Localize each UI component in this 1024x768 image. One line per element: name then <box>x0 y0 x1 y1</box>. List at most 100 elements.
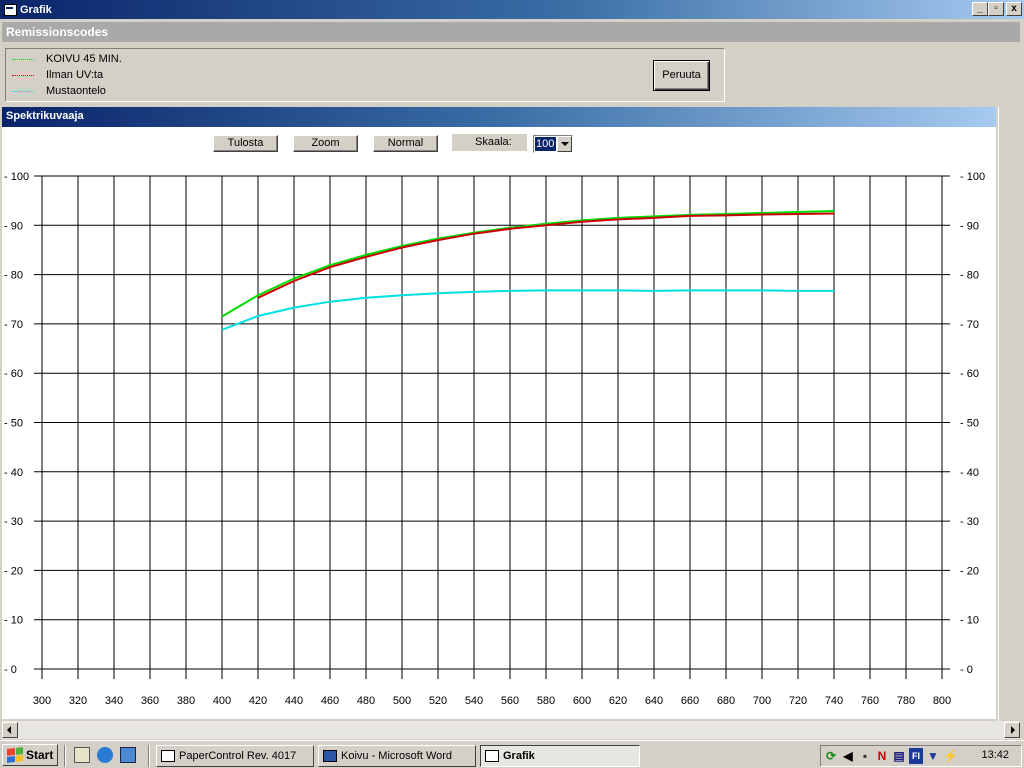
window-icon <box>161 750 175 762</box>
app-icon <box>3 3 17 16</box>
x-tick-label: 360 <box>141 695 159 707</box>
x-tick-label: 600 <box>573 695 591 707</box>
word-icon <box>323 750 337 762</box>
taskbar-item[interactable]: Koivu - Microsoft Word <box>318 745 476 767</box>
zoom-button[interactable]: Zoom <box>293 135 358 152</box>
remission-header: Remissionscodes <box>2 22 1020 42</box>
close-button[interactable]: x <box>1006 2 1022 16</box>
network-icon[interactable] <box>120 747 136 763</box>
legend-item: Ilman UV:ta <box>12 68 103 82</box>
x-tick-label: 440 <box>285 695 303 707</box>
y-tick-label-left: - 10 <box>4 615 23 627</box>
y-tick-label-left: - 30 <box>4 516 23 528</box>
x-tick-label: 680 <box>717 695 735 707</box>
x-tick-label: 620 <box>609 695 627 707</box>
normal-button[interactable]: Normal <box>373 135 438 152</box>
legend-label: Mustaontelo <box>46 85 106 97</box>
taskbar-divider <box>64 745 66 767</box>
windows-logo-icon <box>7 747 23 763</box>
legend-swatch <box>12 58 34 60</box>
x-tick-label: 520 <box>429 695 447 707</box>
antivirus-icon[interactable]: N <box>875 748 889 764</box>
y-tick-label-right: - 30 <box>960 516 979 528</box>
taskbar-divider <box>148 745 150 767</box>
x-tick-label: 380 <box>177 695 195 707</box>
power-icon[interactable]: ⚡ <box>943 748 958 764</box>
restore-button[interactable]: ▫ <box>988 2 1004 16</box>
horizontal-scrollbar[interactable] <box>2 721 1020 739</box>
y-tick-label-left: - 70 <box>4 319 23 331</box>
taskbar: Start PaperControl Rev. 4017 Koivu - Mic… <box>0 740 1024 768</box>
chart-area: Tulosta Zoom Normal Skaala: 100 - 0 - 0 - … <box>2 127 996 719</box>
minimize-button[interactable]: _ <box>972 2 988 16</box>
x-tick-label: 660 <box>681 695 699 707</box>
x-tick-label: 500 <box>393 695 411 707</box>
x-tick-label: 560 <box>501 695 519 707</box>
taskbar-item-label: PaperControl Rev. 4017 <box>179 750 297 762</box>
y-tick-label-left: - 90 <box>4 220 23 232</box>
y-tick-label-left: - 50 <box>4 418 23 430</box>
shield-icon[interactable]: ▼ <box>926 748 940 764</box>
legend-swatch <box>12 74 34 76</box>
legend-label: Ilman UV:ta <box>46 69 104 81</box>
scroll-right-icon[interactable] <box>1004 722 1020 738</box>
y-tick-label-left: - 60 <box>4 368 23 380</box>
start-button[interactable]: Start <box>2 744 58 766</box>
y-tick-label-left: - 100 <box>4 171 29 183</box>
taskbar-item[interactable]: Grafik <box>480 745 640 767</box>
x-tick-label: 460 <box>321 695 339 707</box>
x-tick-label: 800 <box>933 695 951 707</box>
window-title-bar[interactable]: Grafik _ ▫ x <box>0 0 1024 19</box>
x-tick-label: 300 <box>33 695 51 707</box>
cancel-button[interactable]: Peruuta <box>653 60 710 91</box>
y-tick-label-right: - 90 <box>960 220 979 232</box>
y-tick-label-right: - 50 <box>960 418 979 430</box>
spectrum-chart: - 0 - 0 - 10 - 10 - 20 - 20 - 30 - 30 - 40 - 40 - … <box>4 171 985 707</box>
chevron-down-icon[interactable] <box>557 136 572 152</box>
scale-select[interactable]: 100 <box>533 135 573 153</box>
y-tick-label-left: - 0 <box>4 664 17 676</box>
x-tick-label: 580 <box>537 695 555 707</box>
x-tick-label: 640 <box>645 695 663 707</box>
scale-value: 100 <box>535 137 556 151</box>
start-label: Start <box>26 748 54 762</box>
window-icon <box>485 750 499 762</box>
internet-explorer-icon[interactable] <box>97 747 113 763</box>
x-tick-label: 480 <box>357 695 375 707</box>
print-button[interactable]: Tulosta <box>213 135 278 152</box>
y-tick-label-right: - 0 <box>960 664 973 676</box>
x-tick-label: 420 <box>249 695 267 707</box>
keyboard-icon[interactable]: ▤ <box>892 748 906 764</box>
x-tick-label: 320 <box>69 695 87 707</box>
scroll-left-icon[interactable] <box>2 722 18 738</box>
sync-icon[interactable]: ⟳ <box>824 748 838 764</box>
show-desktop-icon[interactable] <box>74 747 90 763</box>
system-tray: ⟳ ◀ ▪ N ▤ FI ▼ ⚡ 13:42 <box>820 745 1022 767</box>
y-tick-label-left: - 40 <box>4 467 23 479</box>
x-tick-label: 700 <box>753 695 771 707</box>
y-tick-label-right: - 20 <box>960 565 979 577</box>
window-title: Grafik <box>20 3 52 16</box>
y-tick-label-right: - 100 <box>960 171 985 183</box>
y-tick-label-left: - 80 <box>4 270 23 282</box>
x-tick-label: 720 <box>789 695 807 707</box>
y-tick-label-right: - 10 <box>960 615 979 627</box>
x-tick-label: 400 <box>213 695 231 707</box>
graph-header: Spektrikuvaaja <box>2 107 996 127</box>
x-tick-label: 760 <box>861 695 879 707</box>
legend-swatch <box>12 90 34 92</box>
window-controls: _ ▫ x <box>972 2 1022 16</box>
x-tick-label: 740 <box>825 695 843 707</box>
legend-panel: KOIVU 45 MIN. Ilman UV:ta Mustaontelo <box>5 48 725 102</box>
legend-label: KOIVU 45 MIN. <box>46 53 122 65</box>
taskbar-item-label: Koivu - Microsoft Word <box>341 750 453 762</box>
legend-item: KOIVU 45 MIN. <box>12 52 122 66</box>
clock: 13:42 <box>981 749 1009 761</box>
scale-label: Skaala: <box>452 134 527 151</box>
taskbar-item[interactable]: PaperControl Rev. 4017 <box>156 745 314 767</box>
network-status-icon[interactable]: ▪ <box>858 748 872 764</box>
volume-icon[interactable]: ◀ <box>841 748 855 764</box>
language-icon[interactable]: FI <box>909 748 923 764</box>
vertical-scrollbar[interactable] <box>998 107 1020 721</box>
y-tick-label-right: - 80 <box>960 270 979 282</box>
